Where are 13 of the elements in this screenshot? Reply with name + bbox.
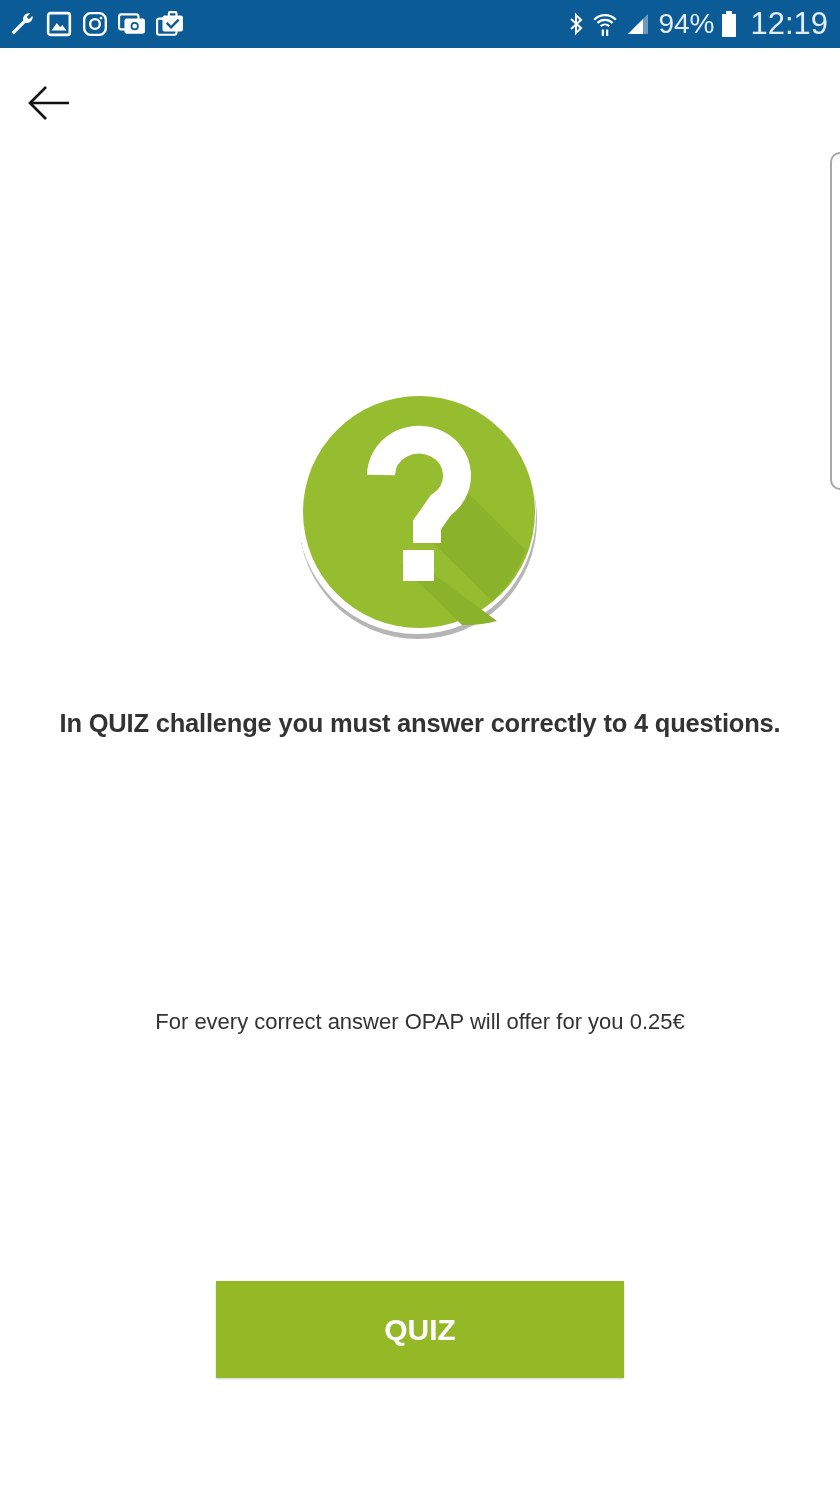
battery-icon: [722, 11, 737, 37]
clipboard-check-icon: [156, 11, 184, 37]
image-icon: [46, 11, 72, 37]
challenge-description: In QUIZ challenge you must answer correctly to 4 questions.: [59, 709, 781, 738]
signal-icon: [626, 12, 651, 36]
reward-note: For every correct answer OPAP will offer for you 0.25€: [155, 1009, 685, 1035]
back-icon[interactable]: [27, 86, 71, 120]
quiz-button[interactable]: QUIZ: [216, 1281, 624, 1378]
camera-icon: [82, 11, 108, 37]
wifi-icon: [592, 11, 619, 37]
battery-level: 94%: [658, 8, 715, 40]
clock: 12:19: [750, 6, 828, 42]
bluetooth-icon: [568, 11, 585, 37]
